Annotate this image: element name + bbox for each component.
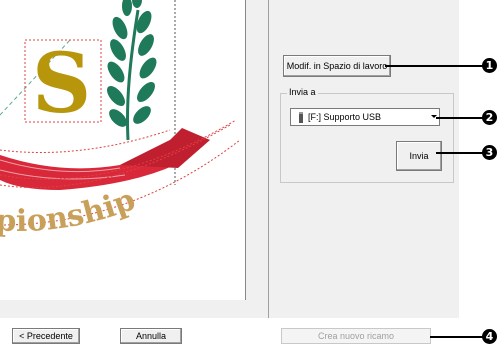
destination-select-value: [F:] Supporto USB: [308, 112, 382, 122]
side-panel-gutter: [246, 0, 268, 318]
design-preview-canvas: S pionship: [0, 0, 246, 301]
send-to-group-title: Invia a: [287, 87, 318, 97]
ribbon-text: pionship: [0, 182, 140, 239]
embroidery-design: S pionship: [0, 0, 241, 239]
laurel-branch: [107, 0, 157, 141]
callout-line-2: [436, 117, 483, 119]
monogram-letter: S: [32, 36, 91, 132]
create-new-embroidery-button[interactable]: Crea nuovo ricamo: [281, 328, 431, 344]
callout-badge-4: 4: [482, 329, 497, 344]
edit-in-workspace-button[interactable]: Modif. in Spazio di lavoro: [283, 55, 391, 77]
callout-badge-1: 1: [482, 58, 497, 73]
destination-select[interactable]: [F:] Supporto USB: [290, 108, 440, 126]
bottom-area-left: [0, 300, 246, 318]
send-button[interactable]: Invia: [396, 141, 442, 171]
back-button[interactable]: < Precedente: [12, 328, 80, 344]
callout-line-4: [430, 336, 483, 338]
cancel-button[interactable]: Annulla: [120, 328, 182, 344]
callout-line-3: [436, 152, 483, 154]
callout-badge-3: 3: [482, 145, 497, 160]
callout-line-1: [385, 65, 483, 67]
callout-badge-2: 2: [482, 110, 497, 125]
usb-drive-icon: [299, 111, 303, 123]
panel-scrollbar-track[interactable]: [459, 0, 467, 318]
